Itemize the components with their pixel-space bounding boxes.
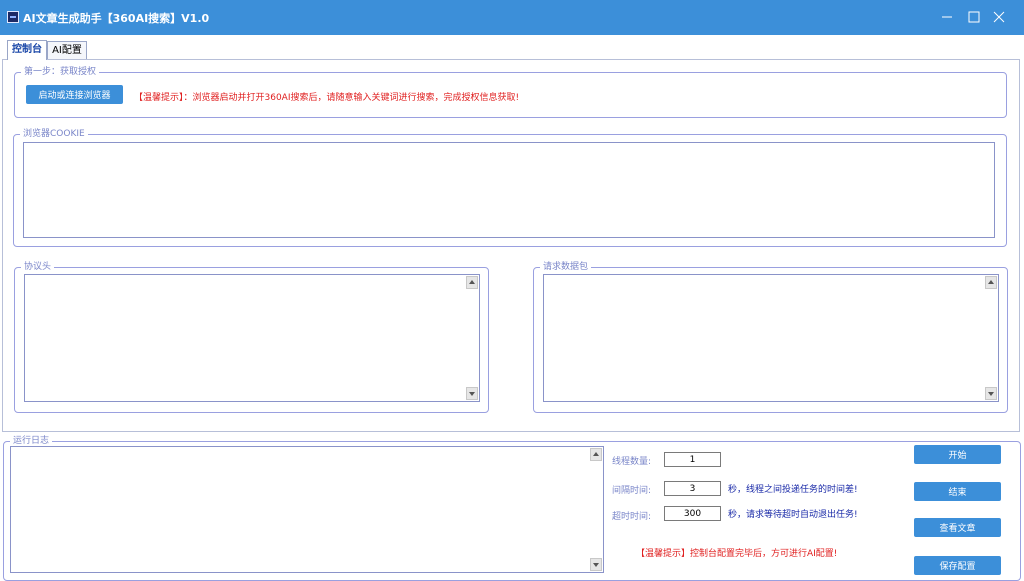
- payload-legend: 请求数据包: [543, 262, 589, 272]
- window-title: AI文章生成助手【360AI搜索】V1.0: [23, 12, 210, 25]
- run-log-textarea[interactable]: [10, 446, 604, 573]
- chevron-up-icon: [988, 280, 994, 284]
- view-articles-button[interactable]: 查看文章: [914, 518, 1001, 537]
- app-icon: [7, 11, 19, 23]
- close-icon: [993, 11, 1005, 23]
- chevron-down-icon: [593, 563, 599, 567]
- stop-button[interactable]: 结束: [914, 482, 1001, 501]
- run-log-legend: 运行日志: [13, 436, 50, 446]
- close-button[interactable]: [988, 6, 1010, 28]
- threads-input[interactable]: [664, 452, 721, 467]
- minimize-icon: [942, 16, 952, 18]
- step1-legend: 第一步：获取授权: [24, 67, 97, 77]
- title-bar: AI文章生成助手【360AI搜索】V1.0: [0, 0, 1024, 35]
- minimize-button[interactable]: [936, 6, 958, 28]
- headers-scroll-up-button[interactable]: [466, 276, 478, 289]
- cookie-legend: 浏览器COOKIE: [23, 129, 85, 139]
- threads-label: 线程数量:: [612, 457, 652, 467]
- maximize-button[interactable]: [963, 6, 985, 28]
- timeout-input[interactable]: [664, 506, 721, 521]
- maximize-icon: [968, 11, 980, 23]
- timeout-note: 秒，请求等待超时自动退出任务!: [728, 510, 858, 520]
- headers-scroll-down-button[interactable]: [466, 387, 478, 400]
- timeout-label: 超时时间:: [612, 512, 652, 522]
- chevron-down-icon: [469, 392, 475, 396]
- payload-scroll-up-button[interactable]: [985, 276, 997, 289]
- launch-browser-button[interactable]: 启动或连接浏览器: [26, 85, 123, 104]
- cookie-textarea[interactable]: [23, 142, 995, 238]
- step1-hint: 【温馨提示】：浏览器启动并打开360AI搜索后，请随意输入关键词进行搜索，完成授…: [134, 93, 520, 103]
- headers-legend: 协议头: [24, 262, 52, 272]
- tab-ai-config[interactable]: AI配置: [47, 41, 87, 60]
- chevron-up-icon: [469, 280, 475, 284]
- config-hint: 【温馨提示】控制台配置完毕后，方可进行AI配置!: [636, 549, 838, 559]
- interval-label: 间隔时间:: [612, 486, 652, 496]
- interval-input[interactable]: [664, 481, 721, 496]
- log-scroll-down-button[interactable]: [590, 558, 602, 571]
- tab-console[interactable]: 控制台: [7, 40, 47, 60]
- save-config-button[interactable]: 保存配置: [914, 556, 1001, 575]
- payload-scroll-down-button[interactable]: [985, 387, 997, 400]
- payload-textarea[interactable]: [543, 274, 999, 402]
- headers-textarea[interactable]: [24, 274, 480, 402]
- log-scroll-up-button[interactable]: [590, 448, 602, 461]
- interval-note: 秒，线程之间投递任务的时间差!: [728, 485, 858, 495]
- chevron-up-icon: [593, 452, 599, 456]
- start-button[interactable]: 开始: [914, 445, 1001, 464]
- chevron-down-icon: [988, 392, 994, 396]
